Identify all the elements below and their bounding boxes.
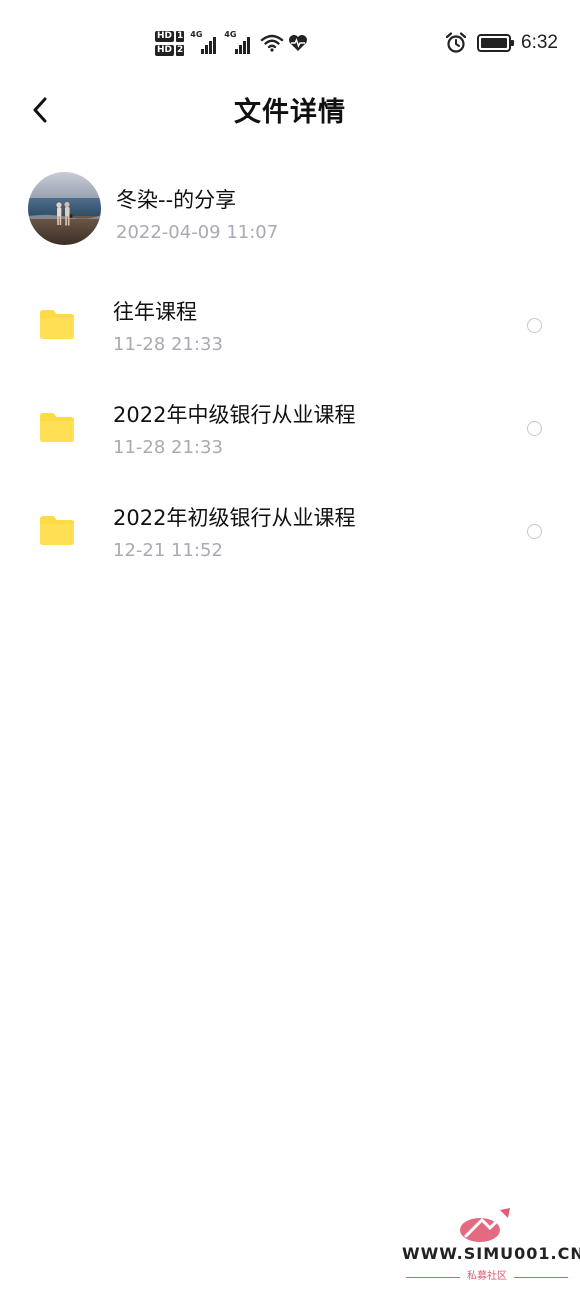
clock-time: 6:32: [521, 32, 558, 53]
hd-badge: HD: [155, 30, 175, 42]
dual-sim-indicator: HD 1 HD 2: [155, 30, 185, 56]
wifi-icon: [261, 34, 284, 52]
folder-icon: [40, 516, 74, 545]
watermark-divider: [514, 1277, 568, 1278]
avatar[interactable]: [28, 172, 101, 245]
network-type-label: 4G: [190, 30, 203, 39]
list-item[interactable]: 往年课程 11-28 21:33: [0, 272, 580, 375]
page-header: 文件详情: [0, 80, 580, 140]
file-timestamp: 11-28 21:33: [113, 334, 223, 355]
file-name: 2022年中级银行从业课程: [113, 403, 356, 427]
sim-number: 2: [176, 44, 185, 56]
battery-icon: [477, 34, 515, 52]
list-item[interactable]: 2022年初级银行从业课程 12-21 11:52: [0, 478, 580, 581]
status-left-icons: HD 1 HD 2 4G 4G: [155, 26, 308, 60]
select-radio[interactable]: [527, 318, 542, 333]
select-radio[interactable]: [527, 524, 542, 539]
folder-icon: [40, 310, 74, 339]
sim-number: 1: [176, 30, 185, 42]
share-timestamp: 2022-04-09 11:07: [116, 222, 279, 243]
select-radio[interactable]: [527, 421, 542, 436]
battery-level-fill: [481, 38, 508, 48]
heart-rate-icon: [289, 35, 308, 51]
watermark-logo-icon: [460, 1208, 510, 1242]
signal-1-icon: 4G: [190, 30, 218, 54]
signal-2-icon: 4G: [224, 30, 252, 54]
folder-icon: [40, 413, 74, 442]
hd-badge: HD: [155, 44, 175, 56]
page-title: 文件详情: [234, 97, 346, 128]
list-item[interactable]: 2022年中级银行从业课程 11-28 21:33: [0, 375, 580, 478]
file-timestamp: 11-28 21:33: [113, 437, 223, 458]
watermark: WWW.SIMU001.CN 私募社区: [398, 1206, 580, 1286]
file-name: 往年课程: [113, 300, 197, 324]
status-bar: HD 1 HD 2 4G 4G 6:32: [0, 0, 580, 80]
avatar-photo: [28, 172, 101, 245]
file-name: 2022年初级银行从业课程: [113, 506, 356, 530]
file-timestamp: 12-21 11:52: [113, 540, 223, 561]
file-list: 往年课程 11-28 21:33 2022年中级银行从业课程 11-28 21:…: [0, 272, 580, 581]
status-right-icons: 6:32: [445, 28, 558, 58]
sharer-name: 冬染--的分享: [116, 188, 237, 212]
watermark-url: WWW.SIMU001.CN: [402, 1244, 580, 1263]
alarm-icon: [445, 32, 467, 53]
watermark-subtitle: 私募社区: [467, 1271, 507, 1282]
share-info: 冬染--的分享 2022-04-09 11:07: [28, 172, 558, 246]
network-type-label: 4G: [224, 30, 237, 39]
